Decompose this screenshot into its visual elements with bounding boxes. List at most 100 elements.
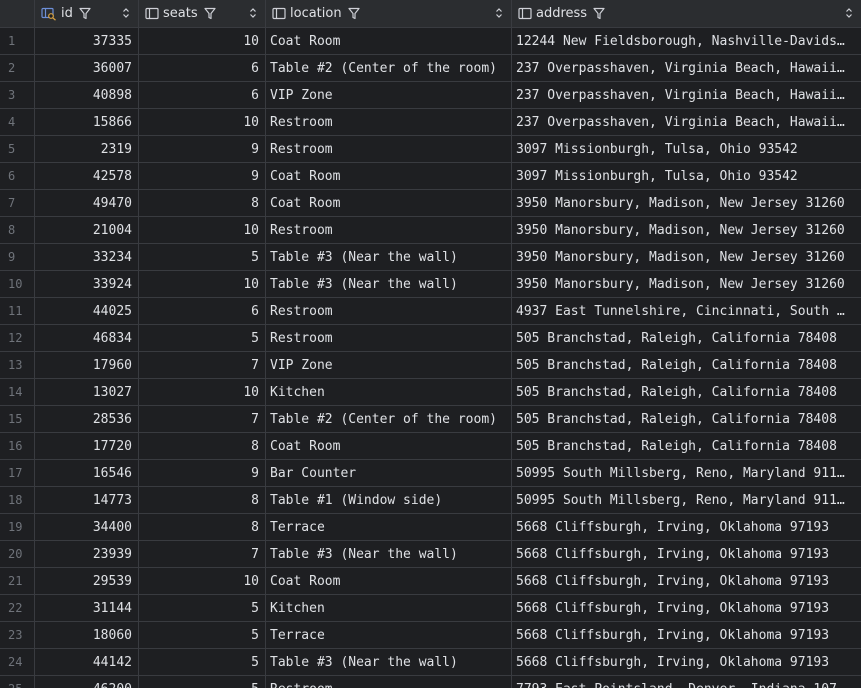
cell-id[interactable]: 46834 [35,325,139,351]
cell-id[interactable]: 44025 [35,298,139,324]
table-row[interactable]: 25 46200 5 Restroom 7793 East Pointsland… [0,676,861,688]
cell-location[interactable]: VIP Zone [266,82,512,108]
column-header-location[interactable]: location [266,0,512,27]
cell-location[interactable]: Coat Room [266,163,512,189]
cell-seats[interactable]: 7 [139,352,266,378]
sort-icon[interactable] [122,7,130,19]
cell-address[interactable]: 12244 New Fieldsborough, Nashville-David… [512,28,861,54]
cell-address[interactable]: 505 Branchstad, Raleigh, California 7840… [512,406,861,432]
cell-location[interactable]: Restroom [266,217,512,243]
cell-seats[interactable]: 8 [139,433,266,459]
cell-address[interactable]: 505 Branchstad, Raleigh, California 7840… [512,433,861,459]
table-row[interactable]: 13 17960 7 VIP Zone 505 Branchstad, Rale… [0,352,861,379]
table-row[interactable]: 21 29539 10 Coat Room 5668 Cliffsburgh, … [0,568,861,595]
cell-seats[interactable]: 6 [139,55,266,81]
cell-id[interactable]: 13027 [35,379,139,405]
table-row[interactable]: 11 44025 6 Restroom 4937 East Tunnelshir… [0,298,861,325]
cell-address[interactable]: 5668 Cliffsburgh, Irving, Oklahoma 97193 [512,514,861,540]
cell-location[interactable]: Coat Room [266,433,512,459]
table-row[interactable]: 12 46834 5 Restroom 505 Branchstad, Rale… [0,325,861,352]
cell-address[interactable]: 3097 Missionburgh, Tulsa, Ohio 93542 [512,163,861,189]
cell-address[interactable]: 237 Overpasshaven, Virginia Beach, Hawai… [512,55,861,81]
cell-seats[interactable]: 5 [139,595,266,621]
column-header-address[interactable]: address [512,0,861,27]
cell-address[interactable]: 237 Overpasshaven, Virginia Beach, Hawai… [512,109,861,135]
cell-location[interactable]: Coat Room [266,190,512,216]
cell-id[interactable]: 36007 [35,55,139,81]
cell-location[interactable]: Restroom [266,136,512,162]
cell-address[interactable]: 505 Branchstad, Raleigh, California 7840… [512,325,861,351]
cell-id[interactable]: 29539 [35,568,139,594]
cell-location[interactable]: Restroom [266,325,512,351]
cell-id[interactable]: 42578 [35,163,139,189]
table-row[interactable]: 9 33234 5 Table #3 (Near the wall) 3950 … [0,244,861,271]
column-header-id[interactable]: id [35,0,139,27]
cell-id[interactable]: 31144 [35,595,139,621]
cell-location[interactable]: Table #3 (Near the wall) [266,649,512,675]
cell-address[interactable]: 50995 South Millsberg, Reno, Maryland 91… [512,460,861,486]
cell-seats[interactable]: 6 [139,82,266,108]
cell-seats[interactable]: 5 [139,676,266,688]
cell-id[interactable]: 18060 [35,622,139,648]
cell-location[interactable]: Kitchen [266,379,512,405]
table-row[interactable]: 14 13027 10 Kitchen 505 Branchstad, Rale… [0,379,861,406]
cell-id[interactable]: 17960 [35,352,139,378]
cell-seats[interactable]: 10 [139,568,266,594]
table-row[interactable]: 3 40898 6 VIP Zone 237 Overpasshaven, Vi… [0,82,861,109]
table-row[interactable]: 24 44142 5 Table #3 (Near the wall) 5668… [0,649,861,676]
cell-id[interactable]: 46200 [35,676,139,688]
cell-seats[interactable]: 10 [139,109,266,135]
cell-seats[interactable]: 9 [139,460,266,486]
table-row[interactable]: 23 18060 5 Terrace 5668 Cliffsburgh, Irv… [0,622,861,649]
cell-address[interactable]: 5668 Cliffsburgh, Irving, Oklahoma 97193 [512,595,861,621]
cell-address[interactable]: 3097 Missionburgh, Tulsa, Ohio 93542 [512,136,861,162]
filter-icon[interactable] [347,7,360,20]
sort-icon[interactable] [249,7,257,19]
cell-location[interactable]: Bar Counter [266,460,512,486]
cell-location[interactable]: Terrace [266,622,512,648]
cell-id[interactable]: 44142 [35,649,139,675]
cell-id[interactable]: 23939 [35,541,139,567]
cell-id[interactable]: 2319 [35,136,139,162]
cell-id[interactable]: 28536 [35,406,139,432]
cell-id[interactable]: 40898 [35,82,139,108]
cell-location[interactable]: VIP Zone [266,352,512,378]
table-row[interactable]: 17 16546 9 Bar Counter 50995 South Mills… [0,460,861,487]
cell-id[interactable]: 49470 [35,190,139,216]
cell-location[interactable]: Kitchen [266,595,512,621]
cell-seats[interactable]: 7 [139,541,266,567]
cell-seats[interactable]: 10 [139,271,266,297]
cell-seats[interactable]: 10 [139,28,266,54]
table-row[interactable]: 7 49470 8 Coat Room 3950 Manorsbury, Mad… [0,190,861,217]
cell-id[interactable]: 37335 [35,28,139,54]
cell-seats[interactable]: 8 [139,514,266,540]
cell-address[interactable]: 5668 Cliffsburgh, Irving, Oklahoma 97193 [512,622,861,648]
table-row[interactable]: 20 23939 7 Table #3 (Near the wall) 5668… [0,541,861,568]
cell-address[interactable]: 3950 Manorsbury, Madison, New Jersey 312… [512,190,861,216]
sort-icon[interactable] [495,7,503,19]
table-row[interactable]: 5 2319 9 Restroom 3097 Missionburgh, Tul… [0,136,861,163]
cell-location[interactable]: Terrace [266,514,512,540]
sort-icon[interactable] [845,7,853,19]
cell-location[interactable]: Table #2 (Center of the room) [266,55,512,81]
cell-id[interactable]: 16546 [35,460,139,486]
cell-address[interactable]: 5668 Cliffsburgh, Irving, Oklahoma 97193 [512,568,861,594]
cell-id[interactable]: 14773 [35,487,139,513]
cell-location[interactable]: Table #1 (Window side) [266,487,512,513]
cell-id[interactable]: 21004 [35,217,139,243]
table-row[interactable]: 4 15866 10 Restroom 237 Overpasshaven, V… [0,109,861,136]
cell-address[interactable]: 3950 Manorsbury, Madison, New Jersey 312… [512,244,861,270]
cell-seats[interactable]: 5 [139,649,266,675]
cell-address[interactable]: 505 Branchstad, Raleigh, California 7840… [512,379,861,405]
cell-id[interactable]: 33924 [35,271,139,297]
table-row[interactable]: 8 21004 10 Restroom 3950 Manorsbury, Mad… [0,217,861,244]
table-row[interactable]: 22 31144 5 Kitchen 5668 Cliffsburgh, Irv… [0,595,861,622]
table-row[interactable]: 18 14773 8 Table #1 (Window side) 50995 … [0,487,861,514]
cell-seats[interactable]: 9 [139,163,266,189]
cell-id[interactable]: 15866 [35,109,139,135]
cell-address[interactable]: 50995 South Millsberg, Reno, Maryland 91… [512,487,861,513]
table-row[interactable]: 10 33924 10 Table #3 (Near the wall) 395… [0,271,861,298]
cell-seats[interactable]: 7 [139,406,266,432]
cell-location[interactable]: Restroom [266,676,512,688]
cell-location[interactable]: Restroom [266,298,512,324]
